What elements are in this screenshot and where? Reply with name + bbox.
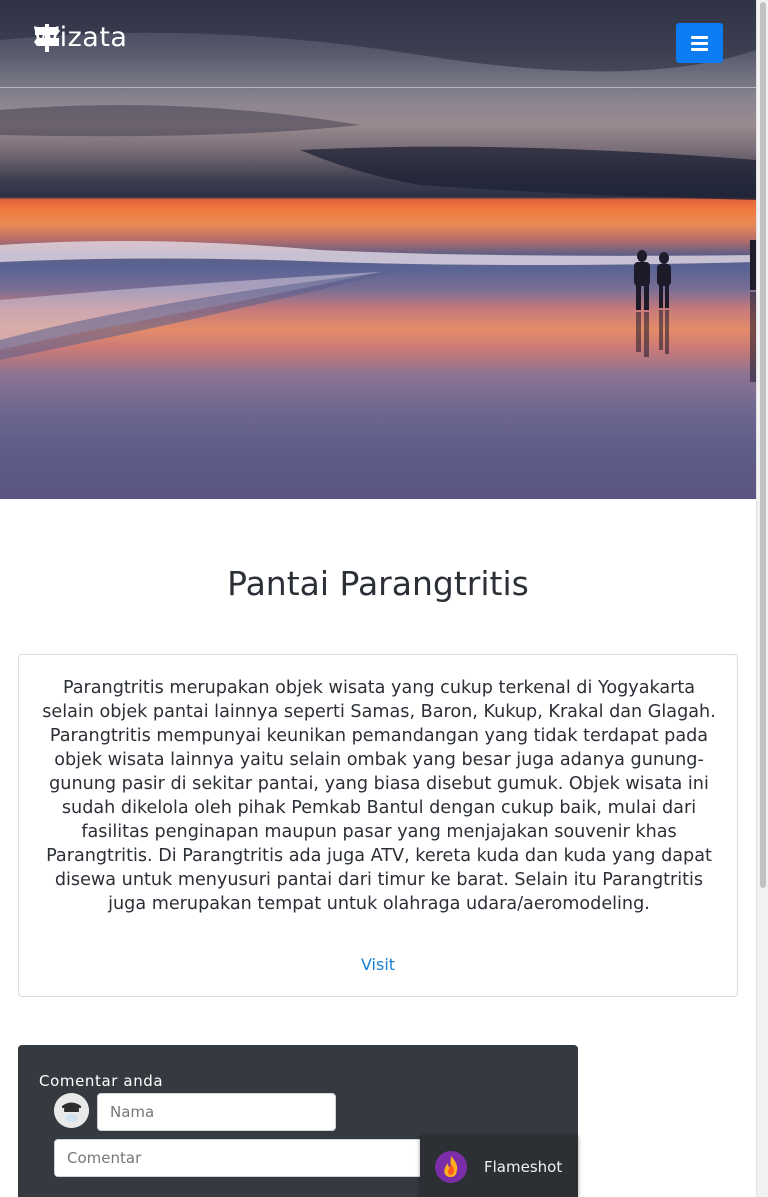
page-title: Pantai Parangtritis <box>227 564 529 603</box>
hero-banner: Wizata <box>0 0 756 499</box>
brand[interactable]: Wizata <box>33 22 127 53</box>
comment-input[interactable] <box>54 1139 424 1177</box>
flameshot-popup[interactable]: Flameshot <box>420 1136 578 1197</box>
navbar: Wizata <box>0 0 756 88</box>
menu-toggle-button[interactable] <box>676 23 723 63</box>
description-card: Parangtritis merupakan objek wisata yang… <box>18 654 738 997</box>
user-avatar-icon <box>54 1093 89 1128</box>
flameshot-icon <box>435 1150 467 1183</box>
visit-link[interactable]: Visit <box>19 955 737 974</box>
signpost-icon <box>34 24 60 52</box>
name-input[interactable] <box>97 1093 336 1131</box>
scrollbar-thumb[interactable] <box>760 2 766 888</box>
description-text: Parangtritis merupakan objek wisata yang… <box>42 678 716 914</box>
page-scrollbar[interactable] <box>756 0 768 1197</box>
flameshot-label: Flameshot <box>484 1157 563 1176</box>
comment-label: Comentar anda <box>39 1072 164 1090</box>
hamburger-icon <box>691 35 708 39</box>
